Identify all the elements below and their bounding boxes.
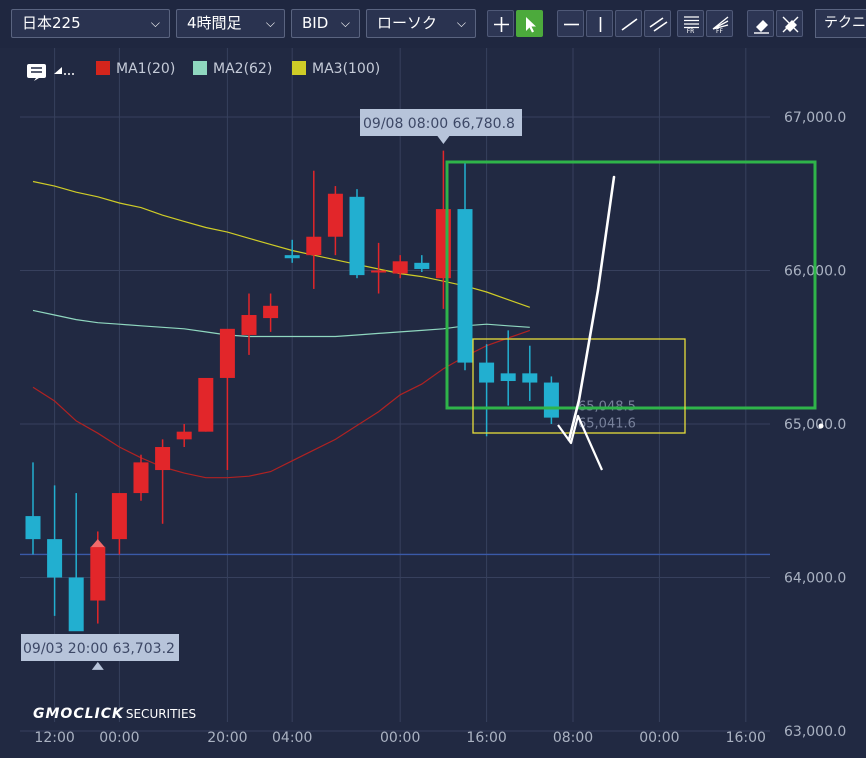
price-chart[interactable]: 67,000.066,000.065,000.064,000.063,000.0… [0,0,866,758]
x-tick-label: 04:00 [272,730,312,746]
candle-body [543,382,559,418]
y-tick-label: 63,000.0 [784,724,846,740]
candle-body [522,373,538,383]
candle-body [479,362,495,383]
candle-body [47,539,63,578]
candle-body [25,516,41,540]
legend-ma2-label: MA2(62) [213,61,273,77]
x-tick-label: 16:00 [466,730,506,746]
x-tick-label: 16:00 [726,730,766,746]
price-marker-label: 65,041.6 [578,417,636,432]
current-price-dot [818,423,824,429]
ma1-line [32,329,530,479]
y-tick-label: 67,000.0 [784,110,846,126]
candle-body [111,493,127,540]
candle-body [284,255,300,259]
legend-ma1: MA1(20) [96,60,175,78]
high-label-pointer [437,136,450,144]
candle-body [263,305,279,319]
candle-body [392,261,408,274]
gmo-click-logo: GMOCLICK SECURITIES [33,703,196,722]
legend-ma2: MA2(62) [193,60,272,78]
candle-body [219,328,235,378]
low-label-pointer [91,661,104,670]
legend-ma2-swatch [193,61,207,75]
y-tick-label: 65,000.0 [784,417,846,433]
candle-body [349,196,365,276]
candle-body [176,431,192,440]
legend-ma1-label: MA1(20) [116,61,176,77]
candle-body [306,236,322,256]
legend-ma1-swatch [96,61,110,75]
legend-ma3-label: MA3(100) [312,61,381,77]
candle-body [435,209,451,279]
comment-toggle-icon [27,64,74,81]
candle-body [198,377,214,432]
candle-body [327,193,343,237]
y-tick-label: 64,000.0 [784,571,846,587]
low-label-text: 09/03 20:00 63,703.2 [23,641,175,657]
candle-body [457,209,473,363]
logo-main-text: GMOCLICK [33,706,124,722]
legend-ma3-swatch [292,61,306,75]
candle-body [155,447,171,471]
candle-body [90,546,106,601]
candle-body [68,577,84,632]
x-tick-label: 12:00 [34,730,74,746]
ma2-line [32,309,530,338]
logo-sub-text: SECURITIES [125,707,197,721]
candle-body [500,373,516,382]
candle-body [371,270,387,273]
x-tick-label: 00:00 [639,730,679,746]
x-tick-label: 00:00 [380,730,420,746]
x-tick-label: 00:00 [99,730,139,746]
candle-body [414,262,430,269]
ma3-line [32,180,530,308]
x-tick-label: 20:00 [207,730,247,746]
x-tick-label: 08:00 [553,730,593,746]
candle-body [241,315,257,335]
low-marker-triangle [90,539,105,548]
annotation-box-green [445,160,817,410]
candle-body [133,462,149,494]
high-label-text: 09/08 08:00 66,780.8 [363,116,515,132]
legend-ma3: MA3(100) [292,60,380,78]
